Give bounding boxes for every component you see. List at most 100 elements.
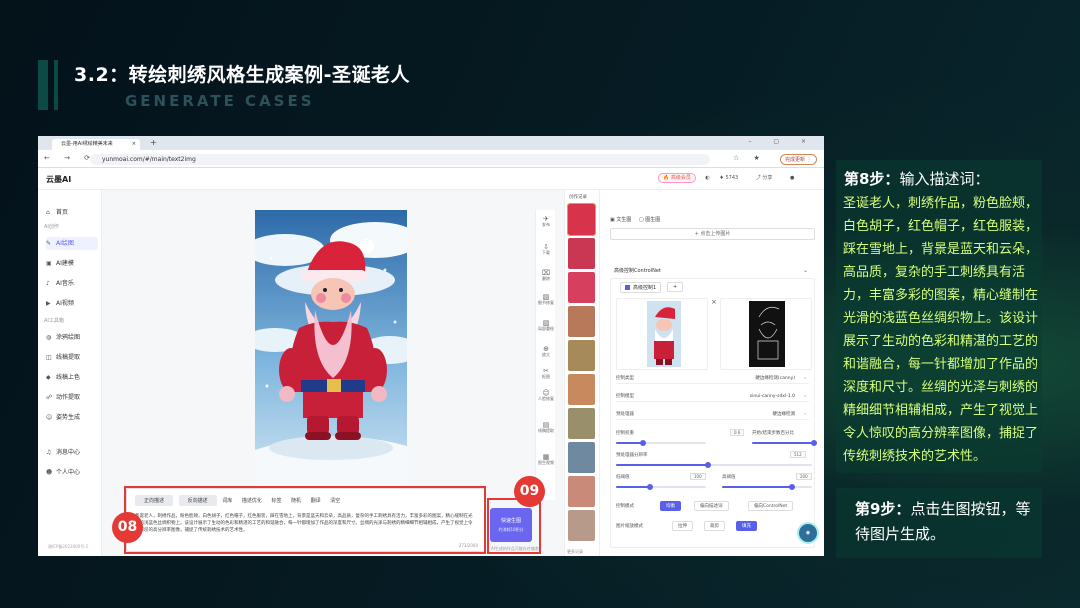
tool-label: 抠图 — [542, 374, 550, 379]
sidebar-item-label: AI音乐 — [56, 280, 74, 287]
tool-img2video[interactable]: ▦ 图生视频 — [537, 454, 555, 466]
app-logo[interactable]: 云墨AI — [46, 174, 71, 185]
resolution-slider[interactable] — [616, 462, 812, 468]
update-button[interactable]: 完成更新 ⋮ — [780, 154, 817, 165]
slider-value[interactable]: 512 — [790, 451, 806, 458]
preprocessor-select[interactable]: 预处理器 硬边缘检测 › — [616, 410, 809, 420]
assistant-avatar[interactable]: ◉ — [797, 522, 819, 544]
nav-buttons[interactable]: ← → ⟳ — [44, 154, 96, 162]
tool-cutout[interactable]: ✂ 抠图 — [537, 368, 555, 380]
sidebar-item-ai-model[interactable]: ▣ AI建模 — [46, 257, 98, 270]
chevron-down-icon[interactable]: ⌄ — [803, 267, 808, 274]
slider-knob[interactable] — [811, 440, 817, 446]
mode-controlnet[interactable]: 偏向ControlNet — [748, 501, 794, 511]
app-screenshot: 云墨-用AI绣绘精美未来 × + – ▢ × ← → ⟳ yunmoai.com/… — [38, 136, 824, 556]
step-range-slider[interactable] — [752, 440, 817, 446]
history-thumb[interactable] — [567, 203, 596, 236]
tool-delete[interactable]: ⌧ 删除 — [537, 270, 555, 282]
sidebar-item-profile[interactable]: ☻ 个人中心 — [46, 466, 98, 479]
share-button[interactable]: ⤴ 分享 — [756, 175, 781, 181]
history-thumb[interactable] — [568, 476, 595, 507]
add-controlnet-button[interactable]: + — [667, 282, 684, 292]
tool-publish[interactable]: ✈ 发布 — [537, 216, 555, 228]
history-thumb[interactable] — [568, 306, 595, 337]
motion-icon: ☍ — [46, 394, 53, 401]
checkbox-checked[interactable] — [625, 285, 630, 290]
mode-prompt[interactable]: 偏向描述词 — [694, 501, 729, 511]
control-model-select[interactable]: 控制模型 sinui-canny-sdxl-1.0 › — [616, 392, 809, 402]
tool-download[interactable]: ⇩ 下载 — [537, 244, 555, 256]
sidebar-item-lineart[interactable]: ◫ 线稿提取 — [46, 351, 98, 364]
bucket-icon: ◆ — [46, 374, 51, 381]
sidebar-item-label: AI建模 — [56, 260, 74, 267]
generated-image[interactable] — [255, 210, 407, 486]
highlight-prompt-box — [124, 486, 486, 554]
tab-title: 云墨-用AI绣绘精美未来 — [61, 141, 113, 147]
history-thumb[interactable] — [568, 340, 595, 371]
controlnet-tab-label: 高级控制1 — [633, 285, 657, 291]
tool-face-fix[interactable]: ☺ 人脸修复 — [537, 390, 555, 402]
url-input[interactable]: yunmoai.com/#/main/text2img — [90, 154, 710, 165]
sidebar-item-messages[interactable]: ♫ 消息中心 — [46, 446, 98, 459]
row-value: 硬边缘检测 — [772, 412, 796, 417]
history-thumb[interactable] — [568, 408, 595, 439]
step8-label: 第8步： — [844, 170, 900, 188]
history-thumb[interactable] — [568, 442, 595, 473]
sidebar-item-pose[interactable]: ☺ 姿势生成 — [46, 411, 98, 424]
star-icon[interactable]: ☆ ★ — [733, 154, 766, 162]
settings-panel: ▣ 文生图 ▢ 图生图 + 点击上传图片 高级控制ControlNet ⌄ 高级… — [599, 190, 824, 556]
slider-value[interactable]: 0.6 — [730, 429, 745, 436]
low-threshold-slider[interactable] — [616, 484, 706, 490]
sidebar-item-ai-video[interactable]: ▶ AI视频 — [46, 297, 98, 310]
history-thumb[interactable] — [568, 374, 595, 405]
canny-edge-preview — [749, 301, 785, 367]
slider-knob[interactable] — [640, 440, 646, 446]
tool-label: 删除 — [542, 276, 550, 281]
sidebar-item-ai-music[interactable]: ♪ AI音乐 — [46, 277, 98, 290]
tab-text2img[interactable]: ▣ 文生图 — [610, 217, 631, 223]
resize-fill[interactable]: 填充 — [736, 521, 757, 531]
sidebar-item-paint[interactable]: ◍ 涂鸦绘图 — [46, 331, 98, 344]
chevron-right-icon: › — [804, 412, 806, 417]
slider-value[interactable]: 200 — [796, 473, 812, 480]
tab-label: 图生图 — [645, 217, 661, 223]
browser-tab[interactable]: 云墨-用AI绣绘精美未来 × — [52, 139, 140, 150]
upload-image-button[interactable]: + 点击上传图片 — [610, 228, 815, 240]
tool-label: 放大 — [542, 352, 550, 357]
slider-value[interactable]: 100 — [690, 473, 706, 480]
mode-balanced[interactable]: 均衡 — [660, 501, 681, 511]
history-panel: 创作记录 更多记录 — [564, 190, 598, 556]
slider-label: 预处理器分辨率 — [616, 453, 648, 458]
history-more-link[interactable]: 更多记录 — [567, 549, 583, 555]
close-icon[interactable]: × — [711, 298, 717, 306]
slider-fill — [616, 464, 709, 466]
controlnet-tab[interactable]: 高级控制1 — [620, 282, 662, 293]
pose-icon: ☺ — [46, 414, 53, 421]
resize-crop[interactable]: 裁剪 — [704, 521, 725, 531]
history-thumb[interactable] — [568, 238, 595, 269]
high-threshold-slider[interactable] — [722, 484, 812, 490]
vip-button[interactable]: 🔥 高级会员 — [658, 173, 696, 183]
window-controls[interactable]: – ▢ × — [748, 138, 816, 145]
sidebar-item-home[interactable]: ⌂ 首页 — [46, 206, 98, 219]
control-input-image[interactable] — [616, 298, 708, 370]
history-thumb[interactable] — [568, 510, 595, 541]
sidebar-item-label: 线稿提取 — [56, 354, 81, 361]
resize-stretch[interactable]: 拉伸 — [672, 521, 693, 531]
avatar[interactable]: ● — [790, 175, 794, 181]
tool-upscale[interactable]: ⊕ 放大 — [537, 346, 555, 358]
history-thumb[interactable] — [568, 272, 595, 303]
sidebar-item-motion[interactable]: ☍ 动作提取 — [46, 391, 98, 404]
new-tab-button[interactable]: + — [150, 138, 157, 147]
tab-img2img[interactable]: ▢ 图生图 — [639, 217, 660, 223]
points-badge[interactable]: ♦ 5743 — [719, 175, 746, 181]
tool-detail-fix[interactable]: ▨ 细节修复 — [537, 294, 555, 306]
theme-toggle-icon[interactable]: ◐ — [705, 175, 709, 181]
tool-inpaint[interactable]: ▧ 局部重绘 — [537, 320, 555, 332]
tool-lineart[interactable]: ▤ 线稿提取 — [537, 422, 555, 434]
control-type-select[interactable]: 控制类型 硬边缘检测(canny) › — [616, 374, 809, 384]
sidebar-item-ai-draw[interactable]: ✎ AI绘图 — [46, 237, 98, 250]
close-icon[interactable]: × — [132, 139, 136, 150]
weight-slider[interactable] — [616, 440, 706, 446]
sidebar-item-colorize[interactable]: ◆ 线稿上色 — [46, 371, 98, 384]
